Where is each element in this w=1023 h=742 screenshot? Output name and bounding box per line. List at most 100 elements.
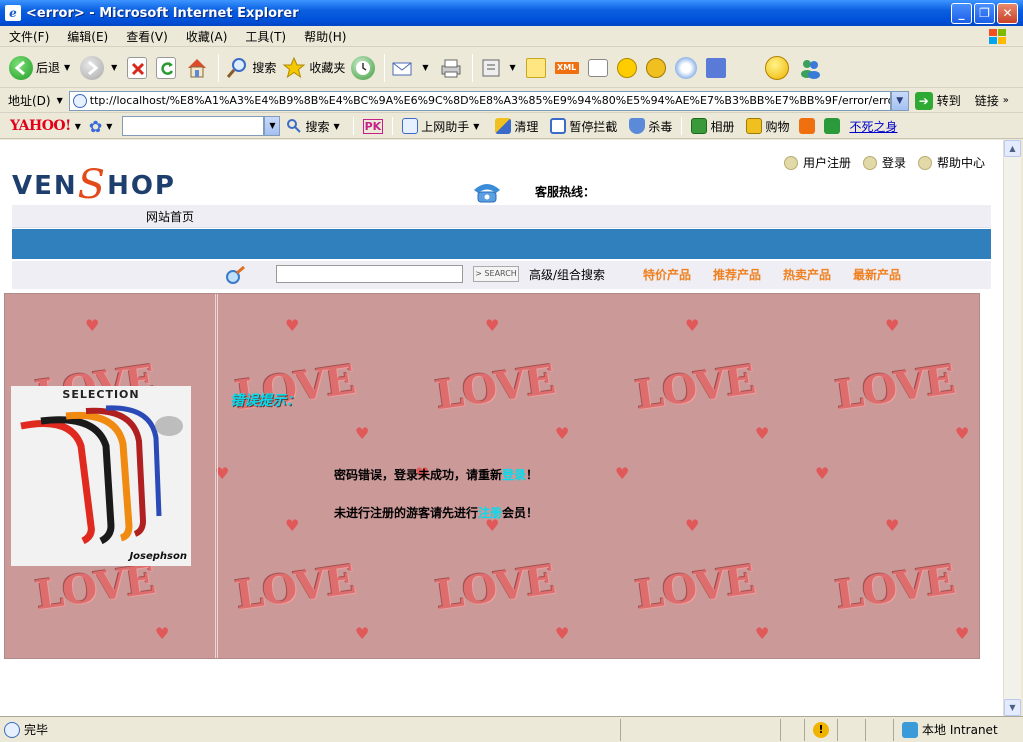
recommended-products-link[interactable]: 推荐产品 <box>713 266 761 283</box>
favorites-label: 收藏夹 <box>309 61 346 75</box>
mail-button[interactable]: ▼ <box>388 52 435 84</box>
menu-view[interactable]: 查看(V) <box>117 28 177 45</box>
compass-button[interactable] <box>672 52 703 84</box>
toolbar-separator <box>384 53 386 82</box>
menu-bar: 文件(F) 编辑(E) 查看(V) 收藏(A) 工具(T) 帮助(H) <box>0 26 1023 47</box>
register-link[interactable]: 用户注册 <box>783 154 851 171</box>
back-dropdown-icon[interactable]: ▼ <box>64 63 70 72</box>
main-content: 错误提示： 密码错误，登录未成功，请重新登录！ 未进行注册的游客请先进行注册会员… <box>217 294 979 658</box>
login-label: 登录 <box>881 156 906 170</box>
photo-album-icon <box>691 118 708 134</box>
antivirus-button[interactable]: 杀毒 <box>629 118 672 135</box>
qq-button[interactable] <box>614 52 643 84</box>
address-label-dropdown-icon[interactable]: ▼ <box>57 96 63 105</box>
yahoo-search-button[interactable]: 搜索 ▼ <box>286 118 343 135</box>
status-zone[interactable]: 本地 Intranet <box>893 718 1023 741</box>
forward-dropdown-icon[interactable]: ▼ <box>111 63 117 72</box>
maximize-button[interactable]: ❐ <box>974 2 995 24</box>
logo-text-left: VEN <box>12 171 78 201</box>
msg2-prefix: 未进行注册的游客请先进行 <box>334 506 479 520</box>
edit-button[interactable]: ▼ <box>476 52 523 84</box>
address-url: ttp://localhost/%E8%A1%A3%E4%B9%8B%E4%BC… <box>89 94 891 107</box>
go-label: 转到 <box>936 94 961 108</box>
money-button[interactable] <box>643 52 672 84</box>
top-links: 用户注册 登录 帮助中心 <box>772 154 985 171</box>
yahoo-menu-dropdown-icon[interactable]: ▼ <box>75 122 81 131</box>
assistant-button[interactable]: 上网助手 ▼ <box>402 118 483 135</box>
address-bar: 地址(D) ▼ ttp://localhost/%E8%A1%A3%E4%B9%… <box>0 89 1023 113</box>
yahoo-search-dropdown[interactable]: ▼ <box>264 116 281 136</box>
help-link[interactable]: 帮助中心 <box>917 154 985 171</box>
favorites-button[interactable]: 收藏夹 <box>279 52 348 84</box>
relogin-link[interactable]: 登录 <box>502 468 526 482</box>
yahoo-search-input[interactable] <box>122 116 265 136</box>
messenger-button[interactable] <box>585 52 614 84</box>
special-products-link[interactable]: 特价产品 <box>643 266 691 283</box>
book-icon <box>705 57 726 78</box>
immortal-link[interactable]: 不死之身 <box>849 118 897 135</box>
minimize-button[interactable]: _ <box>951 2 972 24</box>
block-popups-button[interactable]: 暂停拦截 <box>550 118 617 135</box>
back-button[interactable]: 后退 ▼ <box>6 52 77 84</box>
links-chevron-icon[interactable]: » <box>1003 95 1009 106</box>
msn-smiley-button[interactable] <box>762 52 795 84</box>
flower-dropdown-icon[interactable]: ▼ <box>106 122 112 131</box>
hot-products-link[interactable]: 热卖产品 <box>783 266 831 283</box>
print-button[interactable] <box>436 52 469 84</box>
history-button[interactable] <box>348 52 381 84</box>
register-icon <box>783 155 798 170</box>
address-dropdown-button[interactable]: ▼ <box>890 90 909 111</box>
stop-button[interactable] <box>124 52 153 84</box>
messenger-icon[interactable] <box>824 118 841 134</box>
venshop-logo[interactable]: VENSHOP <box>12 158 176 208</box>
msg2-suffix: 会员！ <box>502 506 539 520</box>
clean-button[interactable]: 清理 <box>495 118 538 135</box>
login-link[interactable]: 登录 <box>862 154 906 171</box>
links-button[interactable]: 链接 <box>975 92 999 109</box>
address-input[interactable]: ttp://localhost/%E8%A1%A3%E4%B9%8B%E4%BC… <box>68 90 891 111</box>
msn-buddy-button[interactable] <box>795 52 828 84</box>
go-button[interactable]: ➔ 转到 <box>914 91 961 110</box>
msn-buddy-icon <box>798 56 822 80</box>
status-warning[interactable]: ! <box>804 718 837 741</box>
refresh-button[interactable] <box>153 52 182 84</box>
yahoo-search-label-dropdown-icon[interactable]: ▼ <box>333 122 339 131</box>
selection-ad-image[interactable]: SELECTION Josephson <box>11 386 191 566</box>
menu-tools[interactable]: 工具(T) <box>236 28 295 45</box>
address-label: 地址(D) <box>8 94 51 108</box>
research-button[interactable] <box>703 52 732 84</box>
site-search-button[interactable]: > SEARCH <box>473 266 519 282</box>
scroll-down-icon[interactable]: ▼ <box>1004 699 1021 716</box>
advanced-search-link[interactable]: 高级/组合搜索 <box>529 266 605 283</box>
close-button[interactable]: ✕ <box>997 2 1018 24</box>
shopping-button[interactable]: 购物 <box>746 118 789 135</box>
search-row: > SEARCH 高级/组合搜索 特价产品 推荐产品 热卖产品 最新产品 <box>12 261 991 289</box>
forward-button[interactable]: ▼ <box>77 52 124 84</box>
assistant-dropdown-icon[interactable]: ▼ <box>473 122 479 131</box>
smiley-icon <box>616 57 637 78</box>
yahoo-logo[interactable]: YAHOO! <box>10 118 71 134</box>
register-now-link[interactable]: 注册 <box>478 506 502 520</box>
search-button[interactable]: 搜索 <box>222 52 279 84</box>
stop-icon <box>127 56 148 79</box>
xml-button[interactable]: XML <box>552 52 585 84</box>
flower-icon[interactable]: ✿ <box>89 117 102 136</box>
menu-file[interactable]: 文件(F) <box>0 28 58 45</box>
mail-dropdown-icon[interactable]: ▼ <box>422 63 428 72</box>
menu-help[interactable]: 帮助(H) <box>295 28 355 45</box>
scroll-up-icon[interactable]: ▲ <box>1004 140 1021 157</box>
vertical-scrollbar[interactable]: ▲ ▼ <box>1003 140 1021 716</box>
newest-products-link[interactable]: 最新产品 <box>853 266 901 283</box>
pk-button[interactable]: PK <box>362 118 384 134</box>
standard-toolbar: 后退 ▼ ▼ 搜索 收藏夹 ▼ ▼ XML <box>0 48 1023 88</box>
album-button[interactable]: 相册 <box>691 118 734 135</box>
nav-home-link[interactable]: 网站首页 <box>146 208 194 225</box>
notes-button[interactable] <box>523 52 552 84</box>
msn-smiley-icon <box>764 55 789 80</box>
site-search-input[interactable] <box>276 265 463 283</box>
rss-icon[interactable] <box>799 118 816 134</box>
menu-edit[interactable]: 编辑(E) <box>58 28 117 45</box>
menu-favorites[interactable]: 收藏(A) <box>177 28 237 45</box>
home-button[interactable] <box>182 52 215 84</box>
edit-dropdown-icon[interactable]: ▼ <box>510 63 516 72</box>
